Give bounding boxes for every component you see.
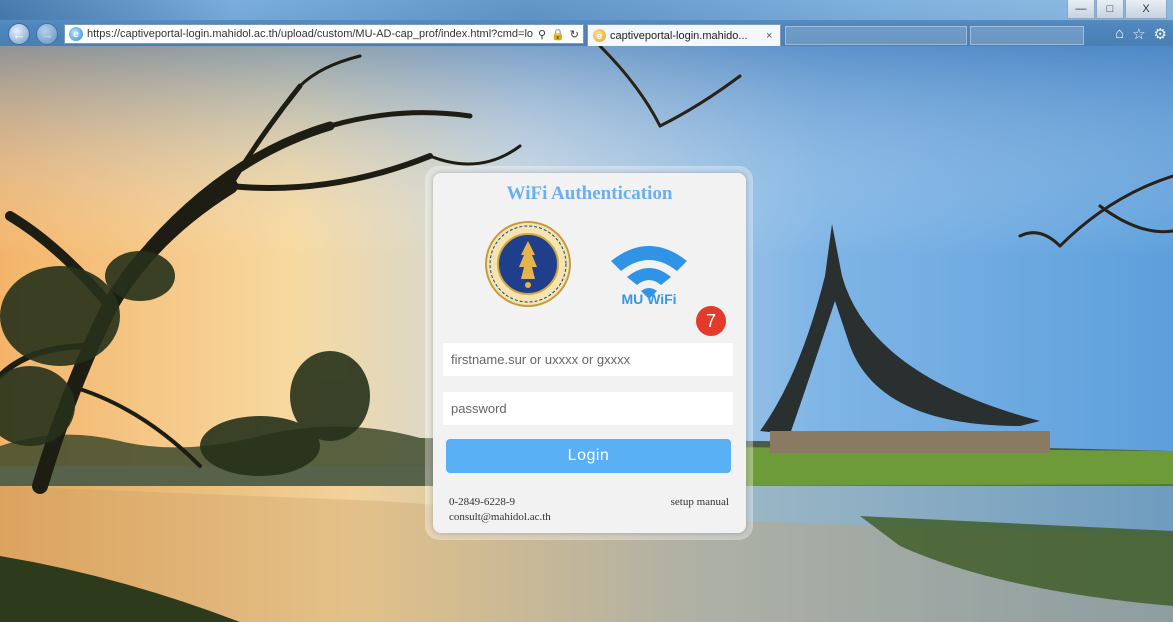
address-url[interactable]: https://captiveportal-login.mahidol.ac.t… — [87, 28, 534, 40]
support-email: consult@mahidol.ac.th — [449, 511, 551, 523]
step-number-badge: 7 — [696, 306, 726, 336]
address-tools: ⚲ 🔒 ↻ — [534, 28, 583, 41]
setup-manual-link[interactable]: setup manual — [671, 496, 729, 508]
login-button[interactable]: Login — [446, 439, 731, 473]
tab-favicon-icon: e — [593, 29, 606, 42]
wifi-logo-label: MU WiFi — [621, 291, 677, 307]
mahidol-university-seal-icon — [485, 221, 571, 307]
login-card: WiFi Authentication MU WiFi 7 Login 0-28… — [433, 173, 746, 533]
favorites-star-icon[interactable]: ☆ — [1132, 25, 1145, 43]
window-controls: — □ X — [1066, 0, 1167, 19]
page-title: WiFi Authentication — [506, 183, 673, 204]
close-window-button[interactable]: X — [1125, 0, 1167, 19]
lock-icon[interactable]: 🔒 — [551, 28, 565, 41]
password-input[interactable] — [443, 392, 733, 425]
maximize-button[interactable]: □ — [1096, 0, 1124, 19]
tab-captive-portal[interactable]: e captiveportal-login.mahido... × — [587, 24, 781, 46]
search-icon[interactable]: ⚲ — [538, 28, 546, 41]
minimize-button[interactable]: — — [1067, 0, 1095, 19]
settings-gear-icon[interactable]: ⚙ — [1154, 25, 1167, 43]
title-bar — [0, 0, 1173, 20]
browser-chrome: — □ X ← → e https://captiveportal-login.… — [0, 0, 1173, 46]
tab-title: captiveportal-login.mahido... — [610, 29, 748, 42]
site-icon: e — [69, 27, 83, 41]
tab-close-icon[interactable]: × — [766, 30, 780, 42]
support-phone: 0-2849-6228-9 — [449, 496, 515, 508]
refresh-icon[interactable]: ↻ — [570, 28, 579, 41]
browser-tools: ⌂ ☆ ⚙ — [1115, 25, 1167, 43]
forward-button[interactable]: → — [36, 23, 58, 45]
forward-icon: → — [40, 26, 54, 42]
new-tab-area[interactable] — [785, 26, 967, 45]
back-button[interactable]: ← — [8, 23, 30, 45]
address-bar[interactable]: e https://captiveportal-login.mahidol.ac… — [64, 24, 584, 44]
search-field[interactable] — [970, 26, 1084, 45]
back-icon: ← — [12, 26, 26, 42]
home-icon[interactable]: ⌂ — [1115, 25, 1124, 43]
username-input[interactable] — [443, 343, 733, 376]
